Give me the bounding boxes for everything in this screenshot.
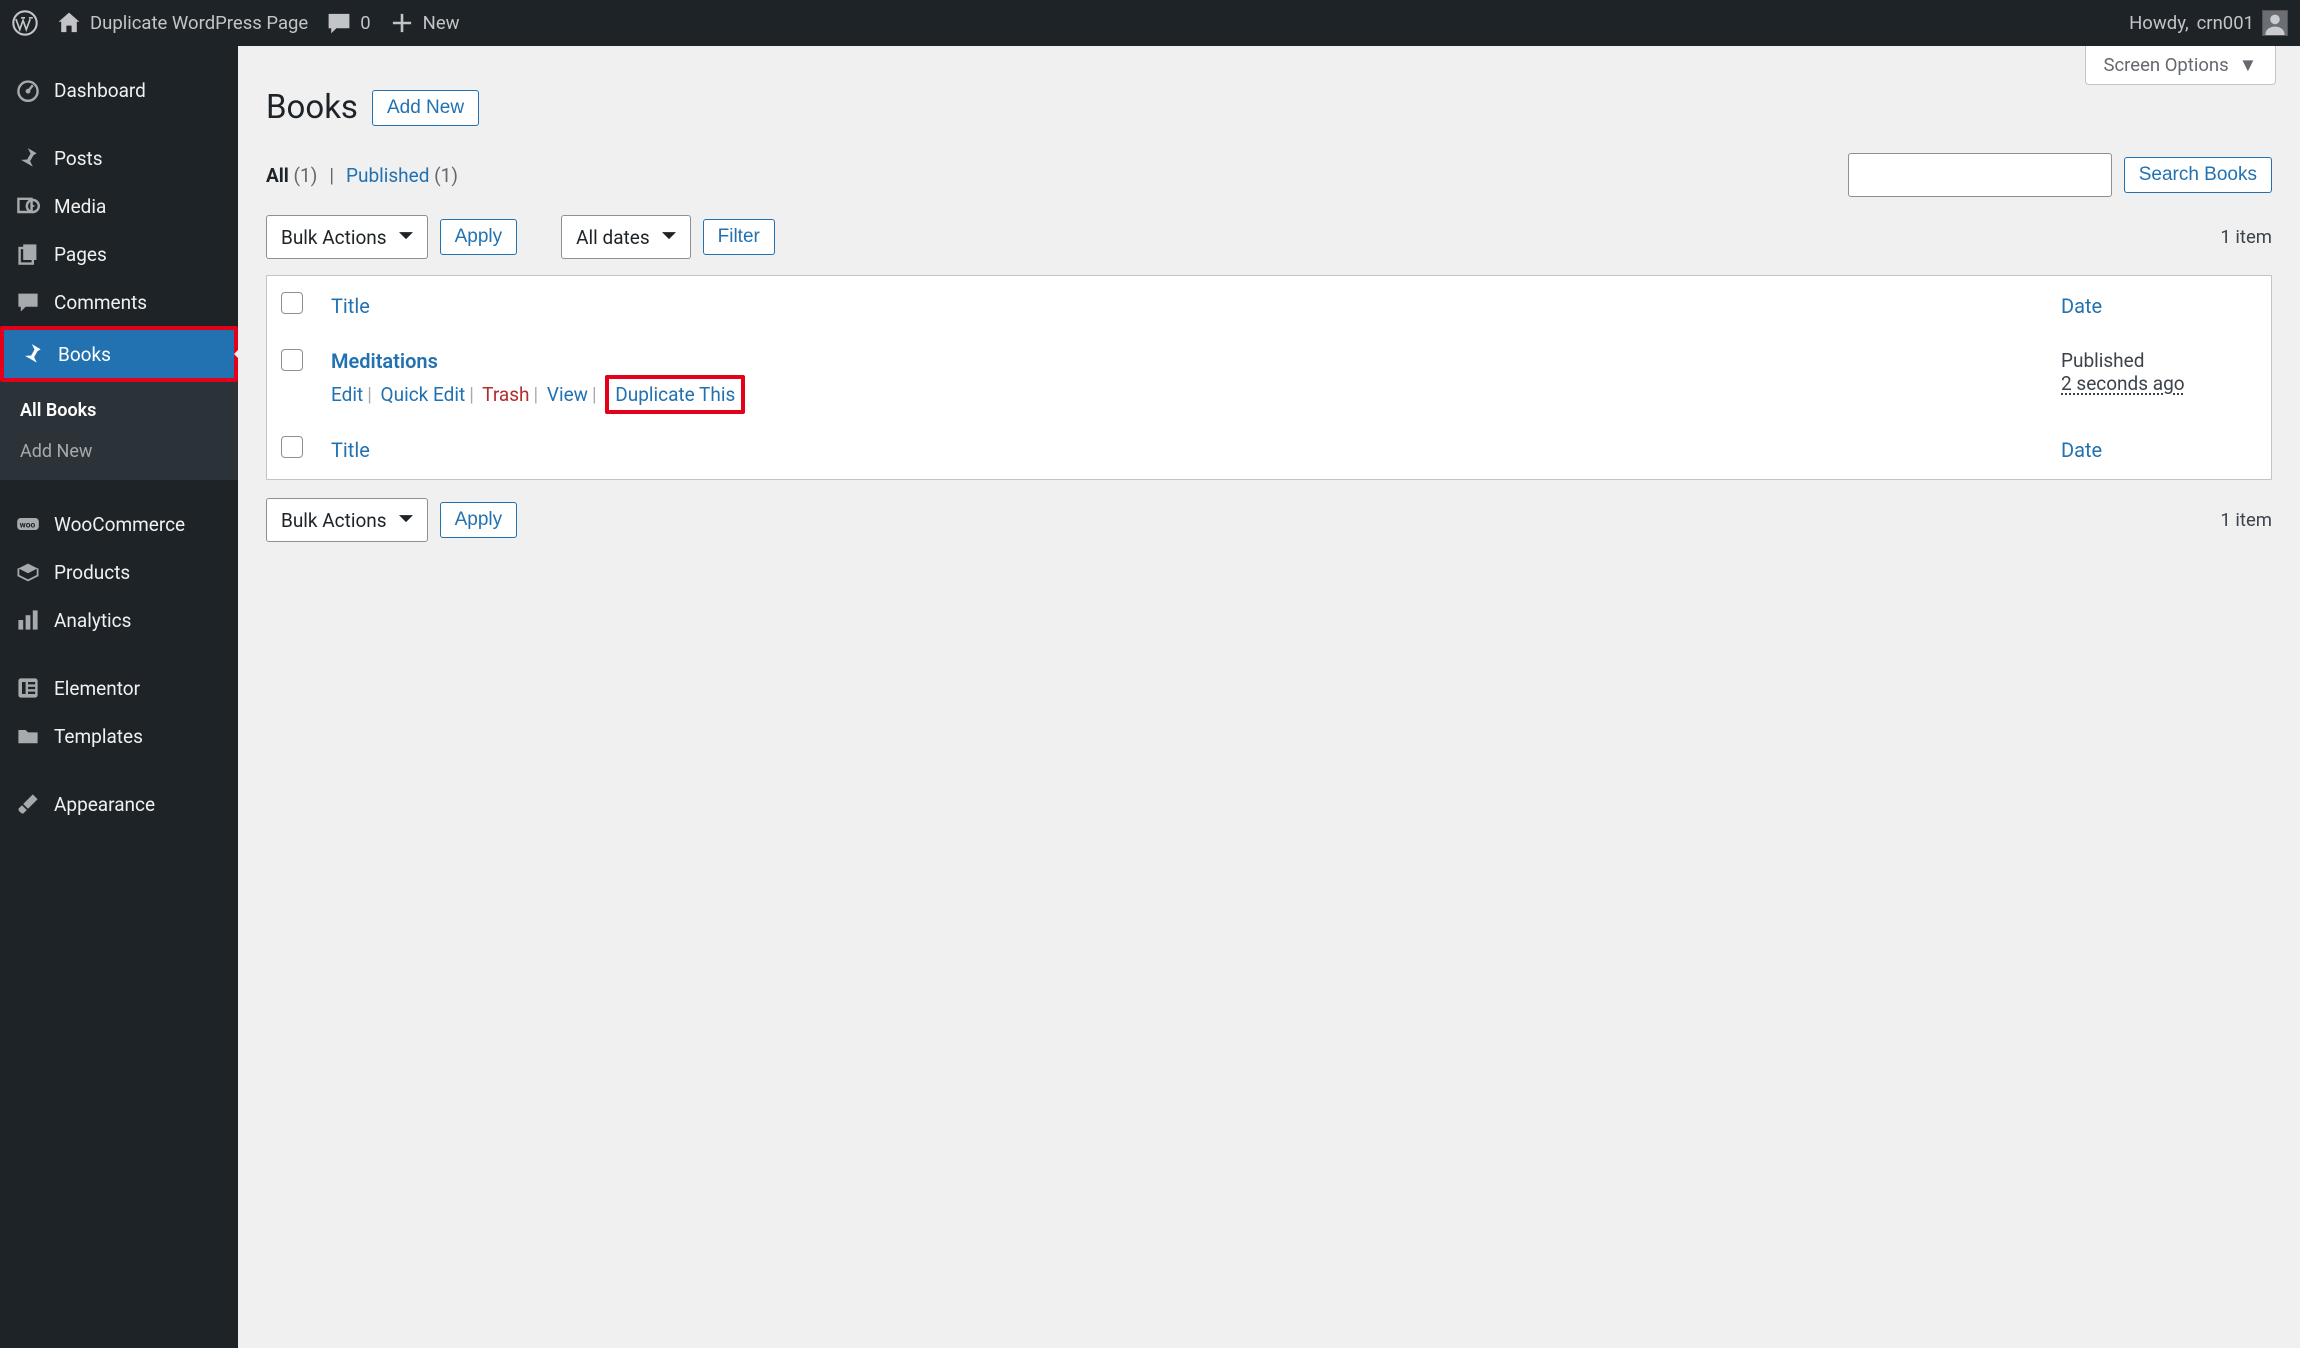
username: crn001 [2197,12,2254,34]
pin-icon [16,146,40,170]
sidebar-item-analytics[interactable]: Analytics [0,596,238,644]
select-all-checkbox[interactable] [281,292,303,314]
column-title[interactable]: Title [319,278,2047,333]
page-title: Books [266,88,358,127]
sidebar-subitem-add-new[interactable]: Add New [0,431,238,472]
row-checkbox[interactable] [281,349,303,371]
row-actions: Edit| Quick Edit| Trash| View| Duplicate… [331,383,2035,406]
sidebar-item-label: Comments [54,291,147,314]
row-date-time: 2 seconds ago [2061,372,2257,395]
search-input[interactable] [1848,153,2112,197]
sidebar-item-label: Dashboard [54,79,146,102]
row-date-status: Published [2061,349,2257,372]
sidebar-item-label: Products [54,561,130,584]
filter-published-count: (1) [434,164,458,187]
chevron-down-icon: ▼ [2239,54,2257,76]
bars-icon [16,608,40,632]
sidebar-item-label: Posts [54,147,103,170]
column-title-footer[interactable]: Title [319,422,2047,477]
comments-count: 0 [360,12,370,34]
admin-bar: Duplicate WordPress Page 0 New Howdy, cr… [0,0,2300,46]
comment-icon [326,10,352,36]
filter-all-link[interactable]: All [266,164,289,187]
bulk-actions-select[interactable]: Bulk Actions [266,215,428,259]
sidebar-item-label: Analytics [54,609,131,632]
new-label: New [423,12,460,34]
sidebar-item-label: WooCommerce [54,513,185,536]
gauge-icon [16,78,40,102]
howdy-prefix: Howdy, [2129,12,2189,34]
new-content[interactable]: New [389,10,460,36]
sidebar-item-dashboard[interactable]: Dashboard [0,66,238,114]
filter-published-link[interactable]: Published [346,164,429,187]
admin-sidebar: Dashboard Posts Media Pages Comments Boo… [0,46,238,1348]
column-date[interactable]: Date [2049,278,2269,333]
sidebar-item-appearance[interactable]: Appearance [0,780,238,828]
sidebar-item-label: Elementor [54,677,140,700]
sidebar-item-media[interactable]: Media [0,182,238,230]
bulk-actions-label: Bulk Actions [281,226,387,249]
divider: | [329,164,334,187]
main-content: Screen Options ▼ Books Add New All (1) |… [238,46,2300,1348]
media-icon [16,194,40,218]
wp-logo[interactable] [12,10,38,36]
sidebar-item-products[interactable]: Products [0,548,238,596]
screen-options-label: Screen Options [2104,54,2229,76]
quick-edit-link[interactable]: Quick Edit [381,383,466,406]
sidebar-item-label: Books [58,343,111,366]
table-row: Meditations Edit| Quick Edit| Trash| Vie… [269,335,2269,420]
woo-icon: woo [16,512,40,536]
add-new-button[interactable]: Add New [372,90,479,126]
edit-link[interactable]: Edit [331,383,363,406]
comments-bubble[interactable]: 0 [326,10,370,36]
sidebar-submenu-books: All Books Add New [0,382,238,480]
sidebar-item-label: Appearance [54,793,155,816]
sidebar-item-pages[interactable]: Pages [0,230,238,278]
date-filter-label: All dates [576,226,650,249]
sidebar-item-label: Pages [54,243,107,266]
site-title: Duplicate WordPress Page [90,12,308,34]
date-filter-select[interactable]: All dates [561,215,691,259]
view-link[interactable]: View [547,383,588,406]
sidebar-item-books[interactable]: Books [0,326,238,382]
screen-options-toggle[interactable]: Screen Options ▼ [2085,46,2277,85]
sidebar-item-templates[interactable]: Templates [0,712,238,760]
search-button[interactable]: Search Books [2124,157,2272,193]
elementor-icon [16,676,40,700]
avatar-icon [2262,10,2288,36]
posts-table: Title Date Meditations Edit| Quick Edit|… [266,275,2272,480]
trash-link[interactable]: Trash [482,383,529,406]
items-count-top: 1 item [2220,226,2272,248]
sidebar-item-comments[interactable]: Comments [0,278,238,326]
home-icon [56,10,82,36]
product-icon [16,560,40,584]
bulk-actions-select-bottom[interactable]: Bulk Actions [266,498,428,542]
sidebar-item-label: Media [54,195,106,218]
select-all-checkbox-footer[interactable] [281,436,303,458]
comment-icon [16,290,40,314]
row-title-link[interactable]: Meditations [331,349,438,373]
site-link[interactable]: Duplicate WordPress Page [56,10,308,36]
brush-icon [16,792,40,816]
sidebar-subitem-all-books[interactable]: All Books [0,390,238,431]
svg-text:woo: woo [20,521,36,531]
filter-button[interactable]: Filter [703,219,775,255]
sidebar-item-woocommerce[interactable]: woo WooCommerce [0,500,238,548]
apply-button[interactable]: Apply [440,219,518,255]
apply-button-bottom[interactable]: Apply [440,502,518,538]
my-account[interactable]: Howdy, crn001 [2129,10,2288,36]
items-count-bottom: 1 item [2220,509,2272,531]
page-icon [16,242,40,266]
plus-icon [389,10,415,36]
bulk-actions-label: Bulk Actions [281,509,387,532]
filter-all-count: (1) [294,164,318,187]
pin-icon [20,342,44,366]
folder-icon [16,724,40,748]
wordpress-logo-icon [12,10,38,36]
column-date-footer[interactable]: Date [2049,422,2269,477]
duplicate-link[interactable]: Duplicate This [615,383,735,406]
sidebar-item-elementor[interactable]: Elementor [0,664,238,712]
sidebar-item-posts[interactable]: Posts [0,134,238,182]
sidebar-item-label: Templates [54,725,143,748]
